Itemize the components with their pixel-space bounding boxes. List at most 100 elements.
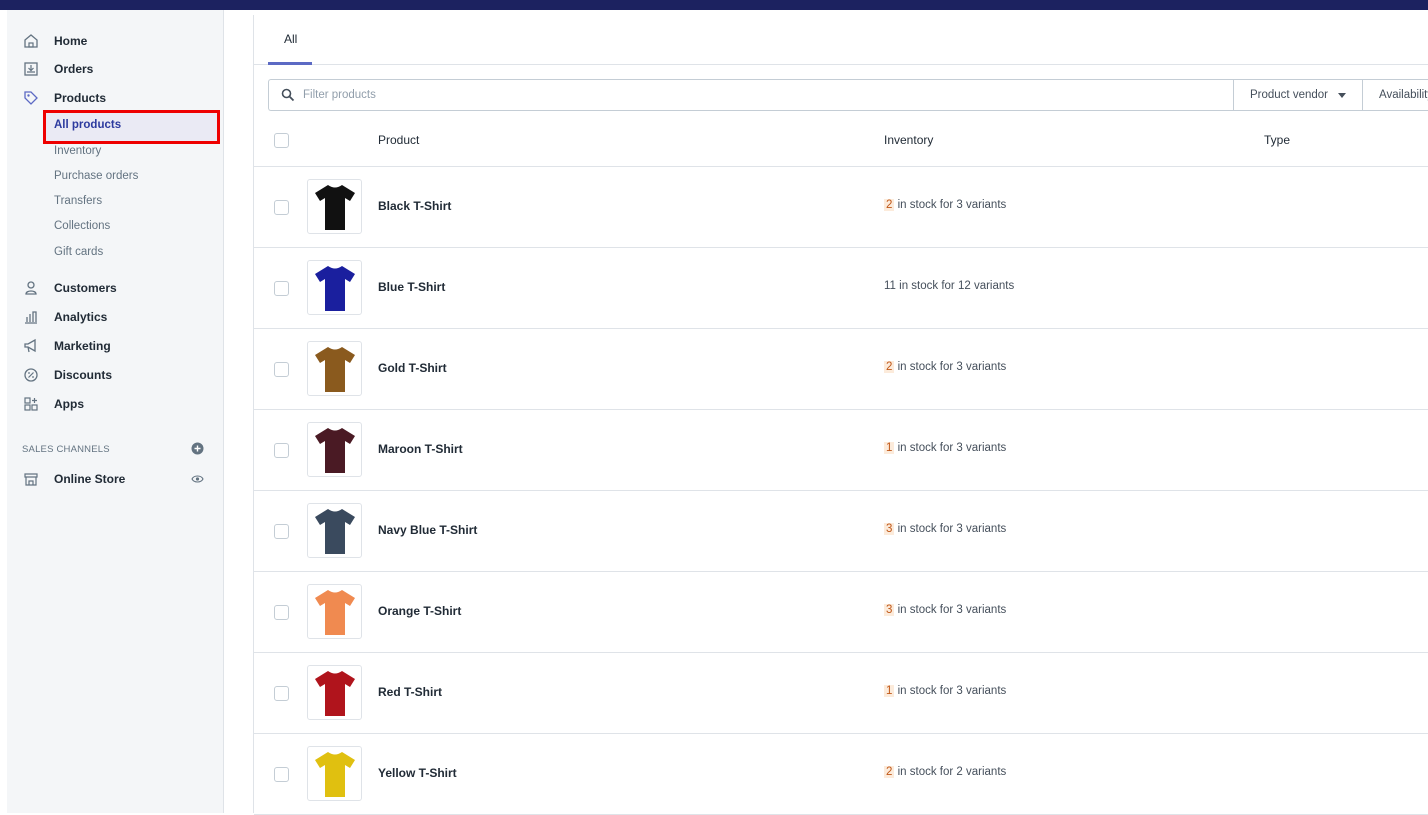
table-row[interactable]: Orange T-Shirt 3 in stock for 3 variants: [254, 572, 1428, 653]
product-name-link[interactable]: Navy Blue T-Shirt: [378, 523, 477, 537]
add-sales-channel-icon[interactable]: [191, 442, 204, 458]
tshirt-image: [314, 751, 355, 797]
table-row[interactable]: Navy Blue T-Shirt 3 in stock for 3 varian…: [254, 491, 1428, 572]
availability-dropdown[interactable]: Availability: [1363, 80, 1428, 110]
product-name-link[interactable]: Black T-Shirt: [378, 199, 451, 213]
inventory-suffix: in stock for 3 variants: [897, 442, 1007, 454]
stock-quantity: 1: [884, 685, 895, 697]
nav-home[interactable]: Home: [22, 30, 87, 52]
nav-customers[interactable]: Customers: [22, 277, 117, 299]
nav-apps-label: Apps: [54, 397, 84, 411]
row-checkbox[interactable]: [274, 605, 289, 620]
inventory-suffix: in stock for 3 variants: [897, 199, 1007, 211]
tab-bar: All: [254, 15, 1428, 65]
row-checkbox[interactable]: [274, 200, 289, 215]
row-checkbox[interactable]: [274, 686, 289, 701]
stock-quantity: 1: [884, 442, 895, 454]
product-thumbnail[interactable]: [307, 584, 362, 639]
nav-discounts-label: Discounts: [54, 368, 113, 382]
product-thumbnail[interactable]: [307, 746, 362, 801]
product-thumbnail[interactable]: [307, 260, 362, 315]
table-row[interactable]: Red T-Shirt 1 in stock for 3 variants: [254, 653, 1428, 734]
person-icon: [22, 279, 40, 297]
tshirt-image: [314, 265, 355, 311]
nav-discounts[interactable]: Discounts: [22, 364, 112, 386]
inventory-cell: 1 in stock for 3 variants: [884, 685, 1006, 697]
product-name-link[interactable]: Blue T-Shirt: [378, 280, 445, 294]
tag-icon: [22, 89, 40, 107]
row-checkbox[interactable]: [274, 443, 289, 458]
product-thumbnail[interactable]: [307, 179, 362, 234]
inventory-cell: 2 in stock for 3 variants: [884, 199, 1006, 211]
nav-online-store-label: Online Store: [54, 472, 126, 486]
filter-products-input[interactable]: [269, 80, 1231, 110]
tshirt-image: [314, 670, 355, 716]
bar-chart-icon: [22, 308, 40, 326]
sidebar-item-purchase-orders[interactable]: Purchase orders: [54, 170, 138, 182]
table-row[interactable]: Blue T-Shirt 11 in stock for 12 variants: [254, 248, 1428, 329]
inventory-suffix: in stock for 2 variants: [897, 766, 1007, 778]
tab-all-label: All: [284, 32, 298, 46]
product-name-link[interactable]: Red T-Shirt: [378, 685, 442, 699]
nav-apps[interactable]: Apps: [22, 393, 84, 415]
product-vendor-dropdown[interactable]: Product vendor: [1233, 80, 1363, 110]
inventory-cell: 11 in stock for 12 variants: [884, 280, 1014, 292]
table-row[interactable]: Yellow T-Shirt 2 in stock for 2 variants: [254, 734, 1428, 815]
tshirt-image: [314, 427, 355, 473]
row-checkbox[interactable]: [274, 524, 289, 539]
product-name-link[interactable]: Orange T-Shirt: [378, 604, 461, 618]
table-row[interactable]: Black T-Shirt 2 in stock for 3 variants: [254, 167, 1428, 248]
sidebar-item-inventory[interactable]: Inventory: [54, 145, 101, 157]
nav-marketing[interactable]: Marketing: [22, 335, 111, 357]
inventory-cell: 3 in stock for 3 variants: [884, 604, 1006, 616]
sidebar-item-gift-cards[interactable]: Gift cards: [54, 246, 103, 258]
apps-icon: [22, 395, 40, 413]
tab-all[interactable]: All: [268, 29, 312, 65]
product-thumbnail[interactable]: [307, 665, 362, 720]
row-checkbox[interactable]: [274, 767, 289, 782]
row-checkbox[interactable]: [274, 362, 289, 377]
product-thumbnail[interactable]: [307, 503, 362, 558]
inventory-suffix: in stock for 3 variants: [897, 685, 1007, 697]
nav-online-store[interactable]: Online Store: [22, 468, 125, 490]
header-type[interactable]: Type: [1264, 133, 1290, 147]
left-edge: [0, 10, 7, 813]
table-row[interactable]: Gold T-Shirt 2 in stock for 3 variants: [254, 329, 1428, 410]
eye-icon[interactable]: [191, 473, 204, 488]
header-inventory[interactable]: Inventory: [884, 133, 933, 147]
tshirt-image: [314, 508, 355, 554]
orders-icon: [22, 60, 40, 78]
table-header: Product Inventory Type: [254, 111, 1428, 167]
product-name-link[interactable]: Yellow T-Shirt: [378, 766, 457, 780]
nav-marketing-label: Marketing: [54, 339, 111, 353]
stock-quantity: 3: [884, 523, 895, 535]
product-thumbnail[interactable]: [307, 341, 362, 396]
home-icon: [22, 32, 40, 50]
nav-products-label: Products: [54, 91, 107, 105]
nav-analytics-label: Analytics: [54, 310, 108, 324]
main-panel: All Product vendor Availability Product …: [253, 15, 1428, 815]
product-name-link[interactable]: Gold T-Shirt: [378, 361, 447, 375]
row-checkbox[interactable]: [274, 281, 289, 296]
nav-orders[interactable]: Orders: [22, 58, 93, 80]
product-name-link[interactable]: Maroon T-Shirt: [378, 442, 463, 456]
inventory-cell: 1 in stock for 3 variants: [884, 442, 1006, 454]
select-all-checkbox[interactable]: [274, 133, 289, 148]
nav-analytics[interactable]: Analytics: [22, 306, 107, 328]
sidebar-item-transfers[interactable]: Transfers: [54, 195, 102, 207]
table-row[interactable]: Maroon T-Shirt 1 in stock for 3 variants: [254, 410, 1428, 491]
tab-underline: [268, 62, 312, 65]
availability-label: Availability: [1379, 89, 1428, 101]
filter-bar: Product vendor Availability: [268, 79, 1428, 111]
sidebar-item-collections[interactable]: Collections: [54, 220, 110, 232]
stock-quantity: 2: [884, 199, 895, 211]
stock-quantity: 3: [884, 604, 895, 616]
nav-products[interactable]: Products: [22, 87, 106, 109]
product-vendor-label: Product vendor: [1250, 89, 1328, 101]
sales-channels-heading: SALES CHANNELS: [22, 444, 110, 455]
header-product[interactable]: Product: [378, 133, 419, 147]
product-thumbnail[interactable]: [307, 422, 362, 477]
sidebar-item-all-products[interactable]: All products: [43, 110, 220, 144]
tshirt-image: [314, 346, 355, 392]
all-products-label: All products: [54, 119, 122, 131]
